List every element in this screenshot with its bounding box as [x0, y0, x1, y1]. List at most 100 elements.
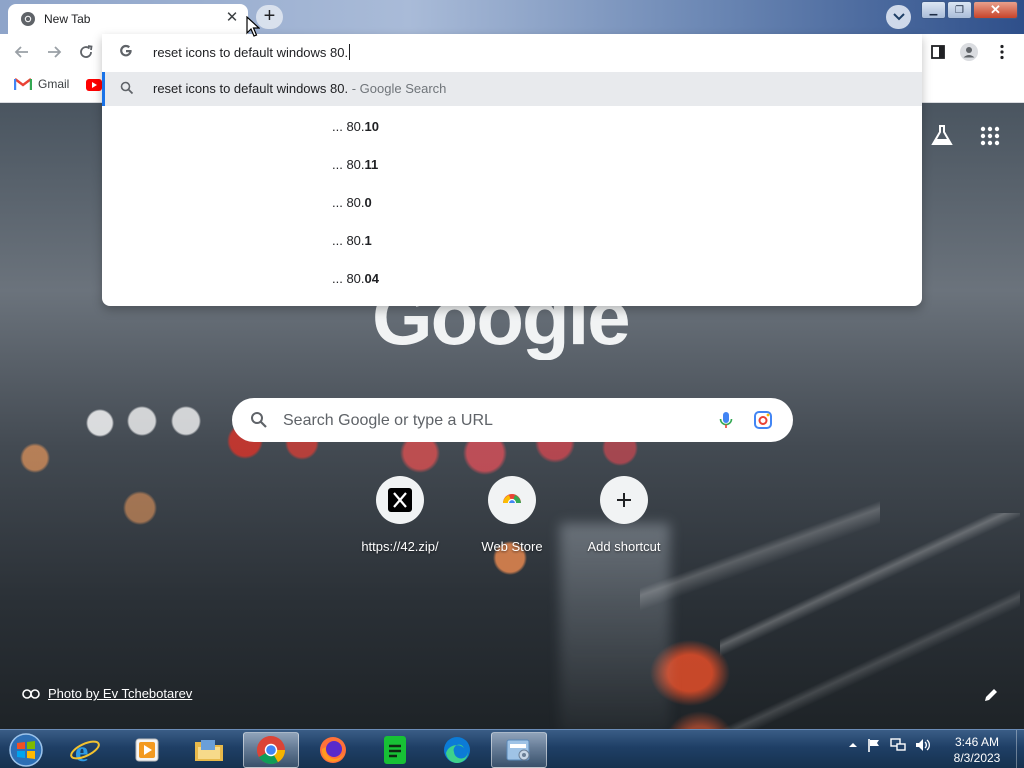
address-input[interactable]: reset icons to default windows 80. [153, 44, 351, 60]
sheets-icon [384, 736, 406, 764]
taskbar-chrome[interactable] [243, 732, 299, 768]
flask-icon [931, 125, 953, 145]
shortcut-icon-tile [376, 476, 424, 524]
kebab-menu-icon [1000, 44, 1004, 60]
gmail-icon [14, 78, 32, 90]
maximize-button[interactable]: ❐ [947, 1, 972, 19]
taskbar-firefox[interactable] [305, 732, 361, 768]
suggestion-highlighted[interactable]: reset icons to default windows 80. - Goo… [102, 72, 922, 106]
search-icon [120, 81, 134, 95]
chevron-down-icon [892, 13, 905, 21]
side-panel-icon [931, 45, 945, 59]
back-arrow-icon [14, 46, 28, 58]
tab-close-icon[interactable]: ✕ [224, 10, 240, 26]
minimize-button[interactable]: ▁ [921, 1, 946, 19]
suggestion-text: ... 80.1 [332, 233, 372, 248]
plus-icon [617, 493, 631, 507]
reload-icon [80, 45, 93, 58]
taskbar-media-player[interactable] [119, 732, 175, 768]
suggestion-text: reset icons to default windows 80. - Goo… [153, 81, 447, 96]
chrome-favicon-icon [21, 12, 35, 26]
firefox-icon [320, 737, 346, 763]
photo-credit-text: Photo by Ev Tchebotarev [48, 686, 193, 701]
microphone-icon[interactable] [716, 410, 736, 430]
shortcut-label: Web Store [481, 539, 543, 554]
link-icon [22, 688, 40, 699]
address-bar[interactable]: reset icons to default windows 80. [102, 34, 922, 70]
suggestion-item[interactable]: ... 80.11 [102, 146, 922, 184]
clock-time: 3:46 AM [954, 735, 1000, 749]
reload-button[interactable] [76, 42, 96, 62]
taskbar-clock[interactable]: 3:46 AM 8/3/2023 [940, 734, 1014, 766]
suggestion-text: ... 80.0 [332, 195, 372, 210]
window-close-button[interactable]: ✕ [973, 1, 1018, 19]
shortcut-web-store[interactable]: Web Store [456, 476, 568, 554]
text-caret [349, 44, 351, 60]
customize-chrome-button[interactable] [983, 687, 999, 708]
bookmark-label: Gmail [38, 77, 70, 91]
bookmark-gmail[interactable]: Gmail [14, 77, 69, 91]
tab-search-button[interactable] [886, 5, 911, 29]
suggestion-description: - Google Search [348, 81, 447, 96]
ie-icon: e [70, 735, 100, 766]
show-hidden-icons-icon[interactable] [848, 741, 858, 749]
media-icon [135, 738, 159, 762]
mouse-cursor-icon [246, 16, 260, 37]
bookmark-youtube[interactable] [86, 78, 102, 96]
profile-avatar-icon [960, 43, 978, 61]
google-apps-button[interactable] [980, 126, 1000, 151]
google-g-icon [120, 44, 132, 57]
suggestion-text: ... 80.04 [332, 271, 379, 286]
suggestion-item[interactable]: ... 80.04 [102, 260, 922, 298]
suggestion-text: ... 80.11 [332, 157, 379, 172]
google-lens-icon[interactable] [753, 410, 773, 430]
youtube-icon [86, 79, 102, 91]
start-button[interactable] [6, 732, 46, 768]
shortcut-icon-tile [488, 476, 536, 524]
suggestion-item[interactable]: ... 80.10 [102, 108, 922, 146]
suggestion-text: ... 80.10 [332, 119, 379, 134]
edge-icon [444, 737, 470, 764]
suggestion-item[interactable]: ... 80.1 [102, 222, 922, 260]
clock-date: 8/3/2023 [953, 751, 1001, 765]
taskbar-control-panel[interactable] [491, 732, 547, 768]
ntp-search-box[interactable]: Search Google or type a URL [232, 398, 793, 442]
profile-button[interactable] [959, 42, 979, 62]
pencil-icon [985, 689, 997, 701]
search-icon [251, 412, 267, 428]
action-center-flag-icon[interactable] [867, 738, 881, 752]
suggestion-item[interactable]: ... 80.0 [102, 184, 922, 222]
back-button[interactable] [12, 42, 32, 62]
omnibox-dropdown: reset icons to default windows 80. reset… [102, 34, 922, 306]
tab-new-tab[interactable]: New Tab ✕ [8, 4, 248, 34]
volume-icon[interactable] [915, 738, 931, 752]
taskbar-internet-explorer[interactable]: e [57, 732, 113, 768]
network-icon[interactable] [890, 738, 906, 752]
add-shortcut-button[interactable]: Add shortcut [568, 476, 680, 554]
shortcut-42-zip[interactable]: https://42.zip/ [344, 476, 456, 554]
side-panel-button[interactable] [928, 42, 948, 62]
forward-button[interactable] [44, 42, 64, 62]
shortcut-icon-tile [600, 476, 648, 524]
menu-button[interactable] [992, 42, 1012, 62]
tab-title: New Tab [44, 12, 91, 26]
taskbar-spreadsheets[interactable] [367, 732, 423, 768]
forward-arrow-icon [48, 46, 62, 58]
chrome-icon [257, 736, 285, 764]
svg-text:e: e [75, 735, 88, 766]
system-tray [848, 738, 931, 752]
window-controls: ▁ ❐ ✕ [921, 1, 1018, 19]
control-panel-icon [506, 739, 530, 761]
photo-credit-link[interactable]: Photo by Ev Tchebotarev [22, 686, 192, 701]
taskbar-edge[interactable] [429, 732, 485, 768]
background-rail-streak [720, 513, 1020, 733]
windows-taskbar: e 3:46 AM 8/3/2023 [0, 729, 1024, 768]
show-desktop-button[interactable] [1016, 730, 1024, 768]
new-tab-button[interactable]: + [256, 5, 283, 29]
chrome-labs-button[interactable] [930, 124, 954, 151]
apps-grid-icon [980, 126, 1000, 146]
folder-icon [195, 740, 223, 761]
taskbar-file-explorer[interactable] [181, 732, 237, 768]
shortcut-label: https://42.zip/ [361, 539, 439, 554]
ntp-search-placeholder: Search Google or type a URL [283, 412, 493, 429]
